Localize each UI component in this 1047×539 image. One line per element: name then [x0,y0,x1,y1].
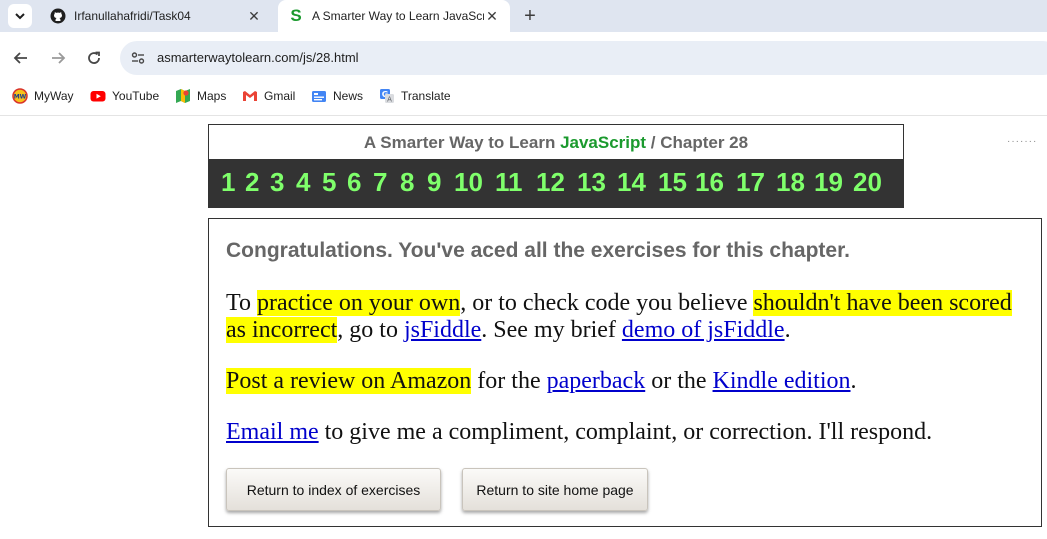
chapter-link-2[interactable]: 2 [245,167,259,198]
congrats-panel: Congratulations. You've aced all the exe… [208,218,1042,527]
bookmark-gmail[interactable]: Gmail [242,86,295,106]
address-url[interactable]: asmarterwaytolearn.com/js/28.html [157,50,359,65]
bookmark-myway[interactable]: MW MyWay [12,86,74,106]
tab-asmarterway[interactable]: S A Smarter Way to Learn JavaScr ✕ [278,0,510,32]
email-paragraph: Email me to give me a compliment, compla… [226,419,933,445]
maps-icon [175,88,191,104]
chapter-link-12[interactable]: 12 [536,167,565,198]
chapter-link-18[interactable]: 18 [776,167,805,198]
arrow-left-icon [13,52,27,64]
youtube-icon [90,88,106,104]
chapter-link-20[interactable]: 20 [853,167,882,198]
chevron-down-icon [15,13,25,20]
close-icon[interactable]: ✕ [484,8,500,24]
reload-icon [88,51,100,64]
svg-text:MW: MW [14,94,27,101]
plus-icon: + [524,4,536,27]
chapter-link-3[interactable]: 3 [270,167,284,198]
chapter-link-1[interactable]: 1 [221,167,235,198]
tab-github[interactable]: Irfanullahafridi/Task04 ✕ [40,0,272,32]
close-icon[interactable]: ✕ [246,8,262,24]
browser-toolbar: asmarterwaytolearn.com/js/28.html [0,32,1047,84]
highlight-practice: practice on your own [256,290,461,316]
jsfiddle-demo-link[interactable]: demo of jsFiddle [622,317,785,343]
bookmark-translate[interactable]: GA Translate [379,86,451,106]
practice-paragraph: To practice on your own, or to check cod… [226,290,1012,343]
jsfiddle-link[interactable]: jsFiddle [404,317,481,343]
arrow-right-icon [52,52,66,64]
site-info-icon[interactable] [128,48,148,68]
address-bar[interactable]: asmarterwaytolearn.com/js/28.html [120,41,1047,75]
bookmark-label: Gmail [264,89,296,103]
bookmark-label: News [333,89,364,103]
highlight-review: Post a review on Amazon [226,368,472,394]
chapter-link-15[interactable]: 15 [658,167,687,198]
tab-strip: Irfanullahafridi/Task04 ✕ S A Smarter Wa… [0,0,1047,32]
paperback-link[interactable]: paperback [547,368,646,394]
content-divider [0,115,1047,116]
chapter-link-7[interactable]: 7 [373,167,387,198]
svg-text:A: A [387,96,392,104]
new-tab-button[interactable]: + [518,4,542,28]
title-suffix: / Chapter 28 [646,133,749,152]
forward-button[interactable] [46,46,70,70]
chapter-link-6[interactable]: 6 [347,167,361,198]
chapter-link-14[interactable]: 14 [617,167,646,198]
chapter-link-4[interactable]: 4 [296,167,310,198]
email-link[interactable]: Email me [226,419,319,445]
page-title: A Smarter Way to Learn JavaScript / Chap… [209,133,903,153]
title-brand: JavaScript [560,133,647,152]
bookmark-maps[interactable]: Maps [175,86,226,106]
congrats-heading: Congratulations. You've aced all the exe… [226,239,850,262]
myway-icon: MW [12,88,28,104]
chapter-link-10[interactable]: 10 [454,167,483,198]
bookmark-label: YouTube [112,89,160,103]
bookmark-label: Translate [401,89,451,103]
bookmark-youtube[interactable]: YouTube [90,86,159,106]
news-icon [311,88,327,104]
chapter-header: A Smarter Way to Learn JavaScript / Chap… [208,124,904,208]
chapter-link-8[interactable]: 8 [400,167,414,198]
chapter-link-17[interactable]: 17 [736,167,765,198]
exercise-number-bar: 1 2 3 4 5 6 7 8 9 10 11 12 13 14 15 16 17 18 19 20 [209,159,903,208]
github-icon [50,8,66,24]
bookmark-label: MyWay [34,89,74,103]
chapter-link-5[interactable]: 5 [322,167,336,198]
return-index-button[interactable]: Return to index of exercises [226,468,441,511]
chapter-link-13[interactable]: 13 [577,167,606,198]
chapter-link-9[interactable]: 9 [427,167,441,198]
review-paragraph: Post a review on Amazon for the paperbac… [226,368,857,394]
kindle-link[interactable]: Kindle edition [713,368,851,394]
tab-title: Irfanullahafridi/Task04 [74,9,191,23]
return-home-button[interactable]: Return to site home page [462,468,648,511]
chapter-link-16[interactable]: 16 [695,167,724,198]
translate-icon: GA [379,88,395,104]
chapter-link-19[interactable]: 19 [814,167,843,198]
back-button[interactable] [9,46,33,70]
bookmarks-bar: MW MyWay YouTube Maps Gmail News GA Tran… [0,84,1047,108]
decorative-dots: ······· [1007,136,1038,147]
gmail-icon [242,88,258,104]
reload-button[interactable] [82,46,106,70]
s-logo-icon: S [290,6,302,25]
tab-search-button[interactable] [8,4,32,28]
bookmark-news[interactable]: News [311,86,363,106]
bookmark-label: Maps [197,89,227,103]
tab-title: A Smarter Way to Learn JavaScr [312,9,484,23]
chapter-link-11[interactable]: 11 [495,167,523,198]
title-prefix: A Smarter Way to Learn [363,133,561,152]
